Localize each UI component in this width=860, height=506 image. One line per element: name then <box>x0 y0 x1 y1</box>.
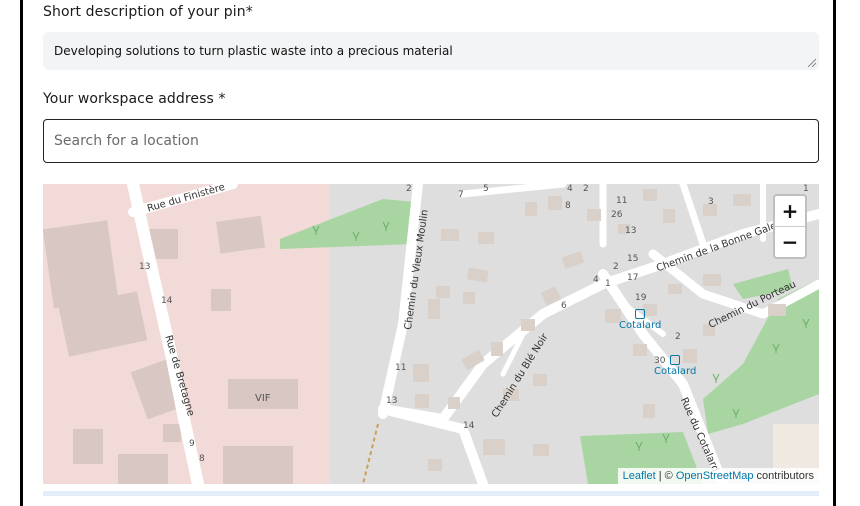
house-number: 7 <box>458 190 464 200</box>
zoom-out-button[interactable]: − <box>775 227 805 257</box>
house-number: 17 <box>627 273 639 283</box>
house-number: 5 <box>483 184 489 194</box>
bus-stop-label: Cotalard <box>654 366 697 377</box>
bus-stop-label: Cotalard <box>619 320 662 331</box>
attribution-suffix: contributors <box>753 470 814 482</box>
openstreetmap-link[interactable]: OpenStreetMap <box>676 470 754 482</box>
address-label: Your workspace address * <box>43 91 226 107</box>
map-view[interactable]: Rue du Finistère Rue de Bretagne Chemin … <box>43 184 819 484</box>
house-number: 4 <box>567 184 573 194</box>
house-number: 13 <box>386 396 398 406</box>
house-number: 2 <box>675 332 681 342</box>
map-attribution: Leaflet | © OpenStreetMap contributors <box>617 468 819 484</box>
zoom-control: + − <box>773 194 807 259</box>
house-number: 11 <box>616 196 628 206</box>
house-number: 26 <box>611 210 623 220</box>
house-number: 2 <box>583 184 589 194</box>
bus-stop-icon <box>635 309 646 319</box>
description-text: Developing solutions to turn plastic was… <box>54 44 453 58</box>
house-number: 30 <box>654 356 666 366</box>
attribution-separator: | © <box>655 470 676 482</box>
house-number: 9 <box>189 439 195 449</box>
description-label: Short description of your pin* <box>43 4 253 20</box>
next-field-strip <box>43 491 819 496</box>
house-number: 2 <box>613 262 619 272</box>
house-number: 4 <box>593 275 599 285</box>
description-textarea[interactable]: Developing solutions to turn plastic was… <box>43 32 819 70</box>
house-number: 15 <box>627 254 639 264</box>
bus-stop-marker[interactable]: Cotalard <box>619 309 661 331</box>
resize-grip-icon[interactable] <box>806 57 816 67</box>
house-number: 14 <box>463 421 475 431</box>
house-number: 3 <box>708 197 714 207</box>
bus-stop-icon <box>670 355 681 365</box>
house-number: 6 <box>561 301 567 311</box>
house-number: 2 <box>406 184 412 194</box>
house-number: 19 <box>635 293 647 303</box>
house-number: 8 <box>565 201 571 211</box>
house-number: 1 <box>605 279 611 289</box>
house-number: 13 <box>625 226 637 236</box>
leaflet-link[interactable]: Leaflet <box>623 470 656 482</box>
house-number: 1 <box>803 184 809 194</box>
zoom-in-button[interactable]: + <box>775 196 805 227</box>
house-number: 14 <box>161 296 173 306</box>
house-number: 8 <box>199 454 205 464</box>
place-label-vif: VIF <box>255 393 271 404</box>
house-number: 13 <box>139 262 151 272</box>
house-number: 11 <box>395 363 407 373</box>
location-search-input[interactable] <box>43 119 819 163</box>
